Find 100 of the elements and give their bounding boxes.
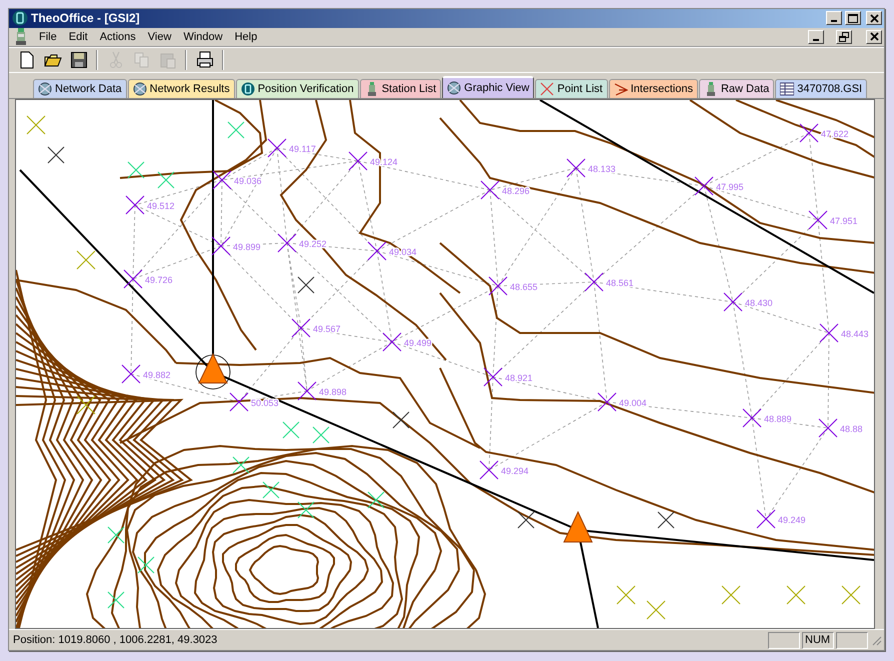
elevation-label: 47.951 (830, 216, 858, 226)
elevation-label: 49.899 (233, 242, 261, 252)
tab[interactable]: Graphic View (442, 76, 534, 98)
tab[interactable]: Network Results (128, 79, 235, 98)
elevation-label: 48.655 (510, 282, 538, 292)
cross-marker-icon (282, 422, 300, 439)
tab[interactable]: Station List (360, 79, 442, 98)
survey-point-icon[interactable] (348, 152, 368, 171)
survey-point-icon[interactable] (584, 272, 604, 292)
tab[interactable]: Raw Data (698, 79, 774, 98)
menu-item[interactable]: File (39, 30, 57, 43)
maximize-button[interactable] (845, 11, 861, 26)
cursor-position: Position: 1019.8060 , 1006.2281, 49.3023 (13, 634, 218, 646)
close-icon (870, 32, 878, 42)
window-title: TheoOffice - [GSI2] (31, 11, 140, 26)
survey-point-icon[interactable] (230, 392, 248, 412)
minimize-icon (813, 38, 819, 41)
menu-item[interactable]: Edit (68, 30, 88, 43)
elevation-label: 49.036 (234, 176, 262, 186)
elevation-label: 49.294 (501, 466, 529, 476)
document-close-button[interactable] (866, 30, 882, 44)
cross-marker-icon (232, 456, 250, 474)
survey-point-icon[interactable] (212, 236, 230, 256)
cross-marker-icon (138, 556, 154, 574)
resize-grip-icon[interactable] (870, 634, 882, 646)
survey-point-icon[interactable] (268, 138, 286, 158)
cross-marker-icon (26, 116, 46, 135)
elevation-label: 49.117 (289, 144, 316, 154)
survey-point-icon[interactable] (724, 292, 742, 312)
survey-point-icon[interactable] (122, 364, 140, 384)
survey-point-icon[interactable] (212, 170, 232, 190)
survey-point-icon[interactable] (124, 270, 142, 289)
survey-point-icon[interactable] (756, 510, 776, 529)
elevation-label: 48.921 (505, 373, 533, 384)
tab[interactable]: 3470708.GSI (775, 79, 868, 98)
elevation-label: 48.561 (606, 278, 634, 288)
minimize-button[interactable] (826, 11, 842, 26)
cross-marker-icon (228, 122, 244, 139)
elevation-label: 50.053 (251, 398, 279, 408)
survey-point-icon[interactable] (566, 158, 586, 178)
blank-page-icon (18, 51, 36, 70)
maximize-icon (848, 14, 858, 23)
instrument-icon (15, 28, 27, 46)
survey-point-icon[interactable] (480, 180, 500, 200)
survey-point-icon[interactable] (480, 460, 498, 480)
survey-point-icon[interactable] (808, 210, 828, 230)
close-icon (870, 14, 878, 23)
survey-point-icon[interactable] (820, 324, 838, 343)
survey-point-icon[interactable] (694, 176, 714, 196)
menu-item[interactable]: Help (234, 30, 258, 43)
close-button[interactable] (866, 11, 882, 26)
survey-point-icon[interactable] (298, 382, 316, 401)
elevation-label: 49.567 (313, 324, 341, 334)
menu-item[interactable]: View (148, 30, 172, 43)
cross-icon (540, 82, 554, 96)
survey-point-icon[interactable] (484, 368, 502, 387)
cross-marker-icon (76, 250, 96, 270)
station-icon[interactable] (563, 511, 593, 543)
document-minimize-button[interactable] (808, 30, 824, 44)
cross-marker-icon (616, 586, 636, 605)
elevation-label: 49.499 (404, 338, 432, 348)
survey-point-icon[interactable] (800, 124, 818, 143)
elevation-label: 48.88 (840, 424, 863, 434)
elevation-label: 48.443 (841, 329, 869, 340)
table-icon (780, 82, 794, 96)
cross-marker-icon (312, 426, 330, 444)
printer-icon (196, 51, 214, 70)
tab[interactable]: Network Data (33, 79, 127, 98)
survey-point-icon[interactable] (278, 234, 296, 253)
elevation-label: 49.882 (143, 370, 171, 380)
survey-point-icon[interactable] (742, 408, 762, 428)
survey-point-icon[interactable] (382, 332, 402, 352)
survey-point-icon[interactable] (598, 392, 616, 412)
tab[interactable]: Point List (535, 79, 608, 98)
cross-marker-icon (298, 276, 314, 294)
survey-point-icon[interactable] (368, 242, 386, 261)
cross-marker-icon (128, 162, 144, 179)
elevation-label: 48.430 (745, 298, 773, 308)
cross-marker-icon (108, 592, 124, 609)
menu-item[interactable]: Actions (100, 30, 136, 43)
document-restore-button[interactable] (836, 30, 852, 44)
globe-icon (132, 82, 147, 96)
menu-item[interactable]: Window (183, 30, 223, 43)
tab[interactable]: Position Verification (236, 79, 359, 98)
app-logo-icon (12, 10, 28, 26)
cross-marker-icon (158, 172, 174, 189)
survey-point-icon[interactable] (126, 196, 144, 215)
tab[interactable]: Intersections (608, 79, 698, 98)
elevation-label: 49.726 (145, 275, 173, 286)
cross-marker-icon (76, 396, 96, 415)
restore-icon (839, 32, 849, 42)
elevation-label: 48.889 (764, 414, 792, 424)
survey-point-icon[interactable] (292, 318, 310, 338)
cross-marker-icon (262, 482, 280, 499)
survey-point-icon[interactable] (818, 418, 838, 438)
survey-point-icon[interactable] (488, 276, 508, 296)
cross-marker-icon (842, 586, 860, 605)
elevation-label: 49.249 (778, 515, 806, 526)
station-icon[interactable] (196, 353, 230, 390)
cross-marker-icon (368, 492, 384, 509)
